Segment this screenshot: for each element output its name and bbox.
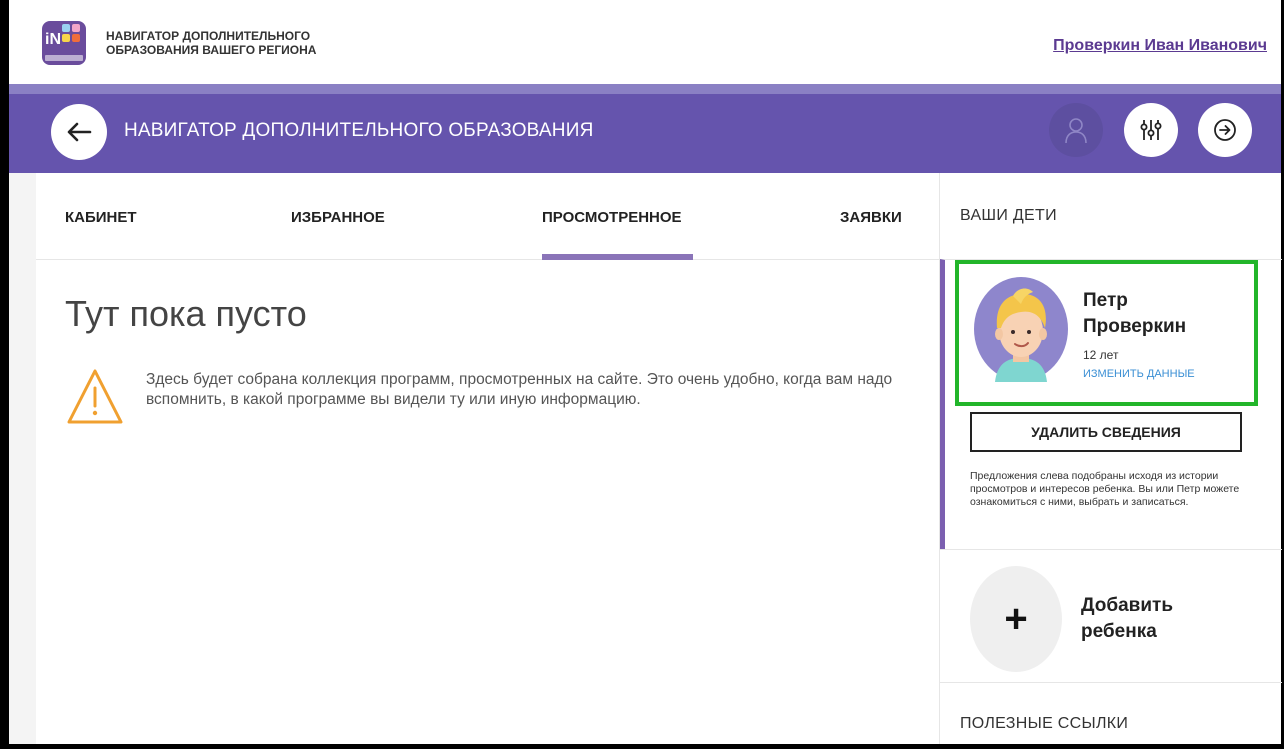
window-frame-left — [0, 0, 9, 749]
site-title-line1: НАВИГАТОР ДОПОЛНИТЕЛЬНОГО — [106, 29, 311, 43]
empty-state-title: Тут пока пусто — [65, 293, 307, 334]
add-child-line2: ребенка — [1081, 621, 1157, 642]
warning-triangle-icon — [67, 369, 123, 424]
sliders-icon — [1140, 120, 1162, 140]
main-content: КАБИНЕТ ИЗБРАННОЕ ПРОСМОТРЕННОЕ ЗАЯВКИ Т… — [36, 173, 939, 749]
add-child-panel[interactable]: + Добавить ребенка — [940, 549, 1282, 683]
exit-button[interactable] — [1198, 103, 1252, 157]
child-last-name: Проверкин — [1083, 316, 1187, 337]
site-title-line2: ОБРАЗОВАНИЯ ВАШЕГО РЕГИОНА — [106, 43, 317, 57]
child-panel: Петр Проверкин 12 лет ИЗМЕНИТЬ ДАННЫЕ УД… — [940, 259, 1282, 549]
user-profile-link[interactable]: Проверкин Иван Иванович — [1053, 37, 1267, 55]
sidebar: ВАШИ ДЕТИ Петр Проверкин 12 лет ИЗМЕНИТЬ… — [939, 173, 1282, 749]
child-card[interactable]: Петр Проверкин 12 лет ИЗМЕНИТЬ ДАННЫЕ — [955, 260, 1258, 406]
navigation-bar: НАВИГАТОР ДОПОЛНИТЕЛЬНОГО ОБРАЗОВАНИЯ — [9, 84, 1281, 173]
logo-text: iN — [45, 31, 61, 48]
add-child-label[interactable]: Добавить ребенка — [1081, 593, 1231, 645]
edit-child-link[interactable]: ИЗМЕНИТЬ ДАННЫЕ — [1083, 368, 1195, 380]
useful-links-heading: ПОЛЕЗНЫЕ ССЫЛКИ — [960, 715, 1129, 732]
child-name: Петр Проверкин — [1083, 288, 1186, 340]
empty-state-text: Здесь будет собрана коллекция программ, … — [146, 371, 893, 408]
tab-favorites[interactable]: ИЗБРАННОЕ — [291, 209, 385, 226]
back-button[interactable] — [51, 104, 107, 160]
recommendations-hint: Предложения слева подобраны исходя из ис… — [970, 470, 1240, 508]
children-heading: ВАШИ ДЕТИ — [960, 207, 1057, 224]
band-title: НАВИГАТОР ДОПОЛНИТЕЛЬНОГО ОБРАЗОВАНИЯ — [124, 120, 594, 141]
user-icon — [1065, 118, 1087, 144]
child-avatar — [974, 277, 1068, 382]
add-child-line1: Добавить — [1081, 595, 1174, 616]
tabs-bar: КАБИНЕТ ИЗБРАННОЕ ПРОСМОТРЕННОЕ ЗАЯВКИ — [36, 173, 939, 260]
tab-cabinet[interactable]: КАБИНЕТ — [65, 209, 137, 226]
window-frame-bottom — [0, 744, 1284, 749]
left-gutter — [9, 173, 36, 749]
avatar-button[interactable] — [1049, 103, 1103, 157]
top-header: iN НАВИГАТОР ДОПОЛНИТЕЛЬНОГО ОБРАЗОВАНИЯ… — [9, 0, 1281, 84]
tab-applications[interactable]: ЗАЯВКИ — [840, 209, 902, 226]
arrow-left-icon — [67, 122, 92, 142]
child-age: 12 лет — [1083, 348, 1119, 362]
filters-button[interactable] — [1124, 103, 1178, 157]
active-tab-indicator — [542, 254, 693, 260]
tab-viewed[interactable]: ПРОСМОТРЕННОЕ — [542, 209, 682, 226]
site-logo[interactable]: iN — [42, 21, 86, 65]
plus-icon[interactable]: + — [970, 566, 1062, 672]
child-first-name: Петр — [1083, 290, 1128, 311]
delete-child-button[interactable]: УДАЛИТЬ СВЕДЕНИЯ — [970, 412, 1242, 452]
exit-arrow-icon — [1214, 119, 1236, 141]
site-title: НАВИГАТОР ДОПОЛНИТЕЛЬНОГО ОБРАЗОВАНИЯ ВА… — [106, 29, 366, 57]
